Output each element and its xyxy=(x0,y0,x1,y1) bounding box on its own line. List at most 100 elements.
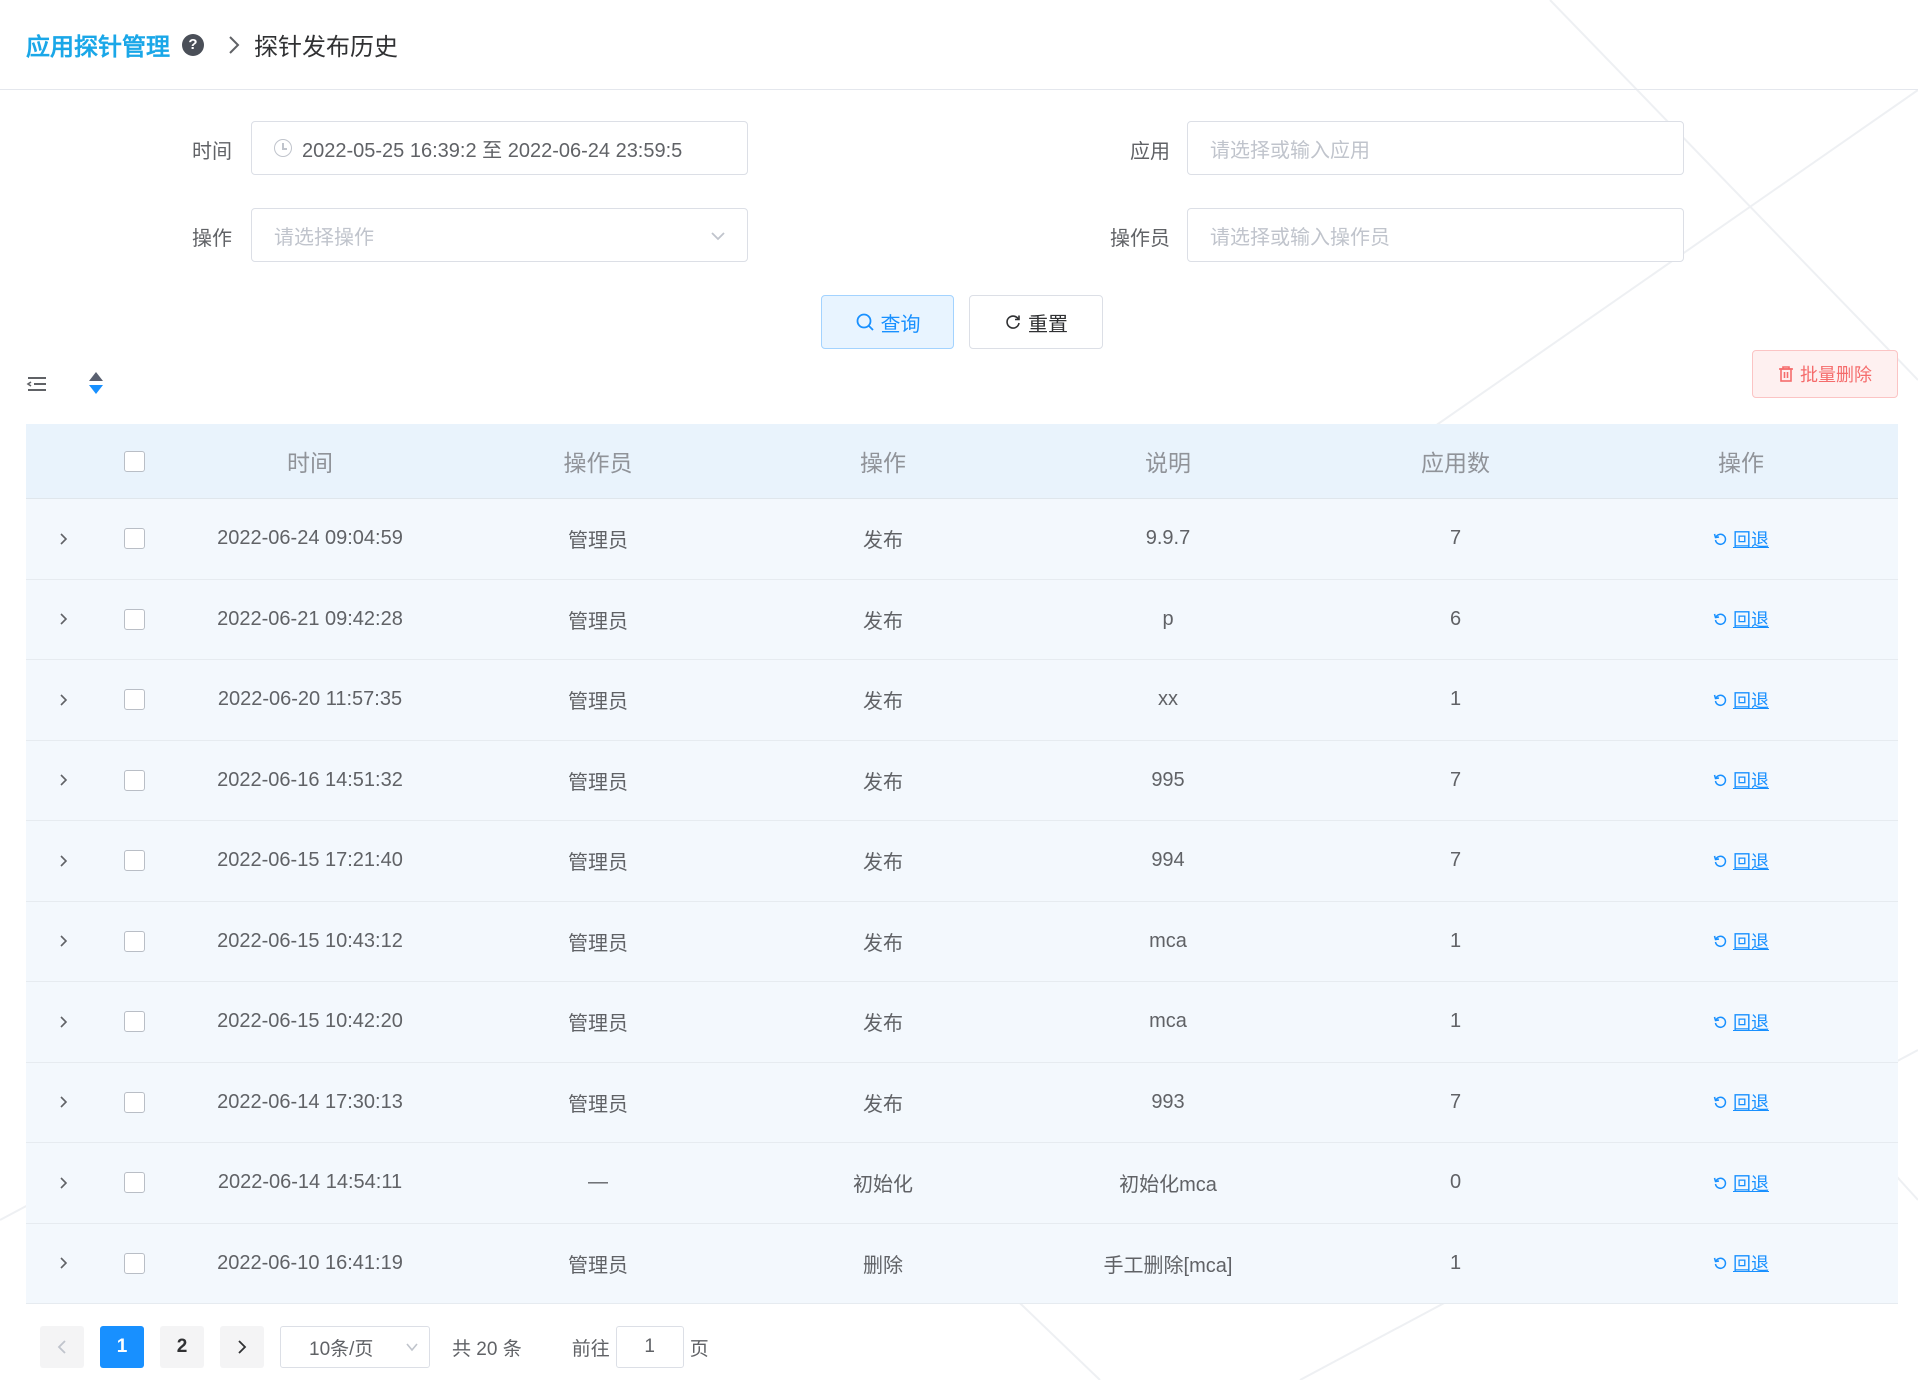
cell-action: 发布 xyxy=(863,1013,903,1036)
rollback-link[interactable]: 回退 xyxy=(1713,526,1769,552)
rollback-label: 回退 xyxy=(1733,1173,1769,1194)
row-checkbox[interactable] xyxy=(123,769,145,791)
next-page-button[interactable] xyxy=(220,1326,264,1368)
table-row: 2022-06-15 10:43:12 管理员 发布 mca 1 回退 xyxy=(26,901,1898,982)
expand-row-icon[interactable] xyxy=(54,609,74,629)
row-checkbox[interactable] xyxy=(123,608,145,630)
rollback-link[interactable]: 回退 xyxy=(1713,1250,1769,1276)
table-body: 2022-06-24 09:04:59 管理员 发布 9.9.7 7 回退 2022-06-… xyxy=(26,499,1898,1304)
cell-operations: 回退 xyxy=(1598,1250,1884,1276)
cell-action: 发布 xyxy=(863,530,903,553)
expand-row-icon[interactable] xyxy=(54,931,74,951)
help-icon[interactable]: ? xyxy=(182,33,204,56)
search-icon xyxy=(856,313,874,331)
cell-operations: 回退 xyxy=(1598,606,1884,632)
table-header: 时间 操作员 操作 说明 应用数 操作 xyxy=(26,424,1898,499)
select-all-cell xyxy=(101,450,167,472)
query-button-label: 查询 xyxy=(880,313,921,336)
cell-app-count: 0 xyxy=(1449,1171,1462,1194)
row-checkbox-cell xyxy=(101,1091,167,1113)
rollback-link[interactable]: 回退 xyxy=(1713,606,1769,632)
rollback-link[interactable]: 回退 xyxy=(1713,848,1769,874)
cell-operations: 回退 xyxy=(1598,767,1884,793)
breadcrumb-root-link[interactable]: 应用探针管理 xyxy=(26,27,170,62)
rollback-link[interactable]: 回退 xyxy=(1713,1170,1769,1196)
cell-app-count: 7 xyxy=(1449,849,1462,872)
rollback-link[interactable]: 回退 xyxy=(1713,1089,1769,1115)
cell-operations: 回退 xyxy=(1598,526,1884,552)
pagination: 1 2 10条/页 共 20 条 前往 1 页 xyxy=(40,1325,709,1369)
cell-operator: — xyxy=(588,1171,608,1194)
cell-operator: 管理员 xyxy=(568,691,628,714)
expand-cell xyxy=(26,609,101,629)
row-checkbox-cell xyxy=(101,930,167,952)
row-checkbox[interactable] xyxy=(123,850,145,872)
expand-row-icon[interactable] xyxy=(54,851,74,871)
table-row: 2022-06-24 09:04:59 管理员 发布 9.9.7 7 回退 xyxy=(26,499,1898,580)
rollback-icon xyxy=(1713,693,1733,707)
cell-action: 发布 xyxy=(863,852,903,875)
app-label: 应用 xyxy=(1130,141,1170,163)
row-checkbox[interactable] xyxy=(123,689,145,711)
goto-suffix: 页 xyxy=(689,1338,709,1360)
cell-action: 发布 xyxy=(863,610,903,633)
clock-icon xyxy=(274,139,292,157)
expand-row-icon[interactable] xyxy=(54,1012,74,1032)
rollback-icon xyxy=(1713,1256,1733,1270)
rollback-link[interactable]: 回退 xyxy=(1713,687,1769,713)
cell-app-count: 1 xyxy=(1449,1010,1462,1033)
batch-delete-label: 批量删除 xyxy=(1800,365,1872,385)
rollback-label: 回退 xyxy=(1733,1012,1769,1033)
page-1-button[interactable]: 1 xyxy=(100,1326,144,1368)
expand-row-icon[interactable] xyxy=(54,690,74,710)
rollback-label: 回退 xyxy=(1733,932,1769,953)
rollback-label: 回退 xyxy=(1733,771,1769,792)
sort-icon[interactable] xyxy=(87,370,105,401)
row-checkbox[interactable] xyxy=(123,1011,145,1033)
row-checkbox[interactable] xyxy=(123,528,145,550)
rollback-link[interactable]: 回退 xyxy=(1713,928,1769,954)
operator-input[interactable]: 请选择或输入操作员 xyxy=(1187,208,1684,262)
row-checkbox[interactable] xyxy=(123,1091,145,1113)
cell-action: 发布 xyxy=(863,691,903,714)
table-row: 2022-06-10 16:41:19 管理员 删除 手工删除[mca] 1 回退 xyxy=(26,1223,1898,1304)
page-size-select[interactable]: 10条/页 xyxy=(280,1326,430,1368)
page-2-button[interactable]: 2 xyxy=(160,1326,204,1368)
cell-app-count: 7 xyxy=(1449,768,1462,791)
expand-row-icon[interactable] xyxy=(54,529,74,549)
header-app-count: 应用数 xyxy=(1421,450,1490,476)
reset-button[interactable]: 重置 xyxy=(969,295,1103,349)
select-all-checkbox[interactable] xyxy=(123,450,145,472)
operation-select[interactable]: 请选择操作 xyxy=(251,208,748,262)
date-range-picker[interactable]: 2022-05-25 16:39:2 至 2022-06-24 23:59:5 xyxy=(251,121,748,175)
column-settings-icon[interactable] xyxy=(26,374,48,399)
row-checkbox-cell xyxy=(101,528,167,550)
row-checkbox[interactable] xyxy=(123,1172,145,1194)
chevron-down-icon xyxy=(709,227,727,245)
rollback-label: 回退 xyxy=(1733,1093,1769,1114)
cell-time: 2022-06-15 10:42:20 xyxy=(217,1010,403,1033)
expand-row-icon[interactable] xyxy=(54,1092,74,1112)
expand-row-icon[interactable] xyxy=(54,1253,74,1273)
expand-row-icon[interactable] xyxy=(54,1173,74,1193)
row-checkbox-cell xyxy=(101,608,167,630)
rollback-link[interactable]: 回退 xyxy=(1713,767,1769,793)
operator-label: 操作员 xyxy=(1110,228,1170,250)
batch-delete-button[interactable]: 批量删除 xyxy=(1752,350,1898,398)
rollback-link[interactable]: 回退 xyxy=(1713,1009,1769,1035)
header-time[interactable]: 时间 xyxy=(167,444,453,478)
row-checkbox[interactable] xyxy=(123,1252,145,1274)
operator-input-placeholder: 请选择或输入操作员 xyxy=(1210,226,1390,249)
goto-page-input[interactable]: 1 xyxy=(615,1326,684,1368)
expand-row-icon[interactable] xyxy=(54,770,74,790)
app-input[interactable]: 请选择或输入应用 xyxy=(1187,121,1684,175)
rollback-label: 回退 xyxy=(1733,690,1769,711)
rollback-icon xyxy=(1713,1015,1733,1029)
rollback-icon xyxy=(1713,854,1733,868)
query-button[interactable]: 查询 xyxy=(821,295,954,349)
row-checkbox[interactable] xyxy=(123,930,145,952)
cell-app-count: 7 xyxy=(1449,1090,1462,1113)
prev-page-button[interactable] xyxy=(40,1326,84,1368)
rollback-icon xyxy=(1713,773,1733,787)
table-row: 2022-06-21 09:42:28 管理员 发布 p 6 回退 xyxy=(26,579,1898,660)
